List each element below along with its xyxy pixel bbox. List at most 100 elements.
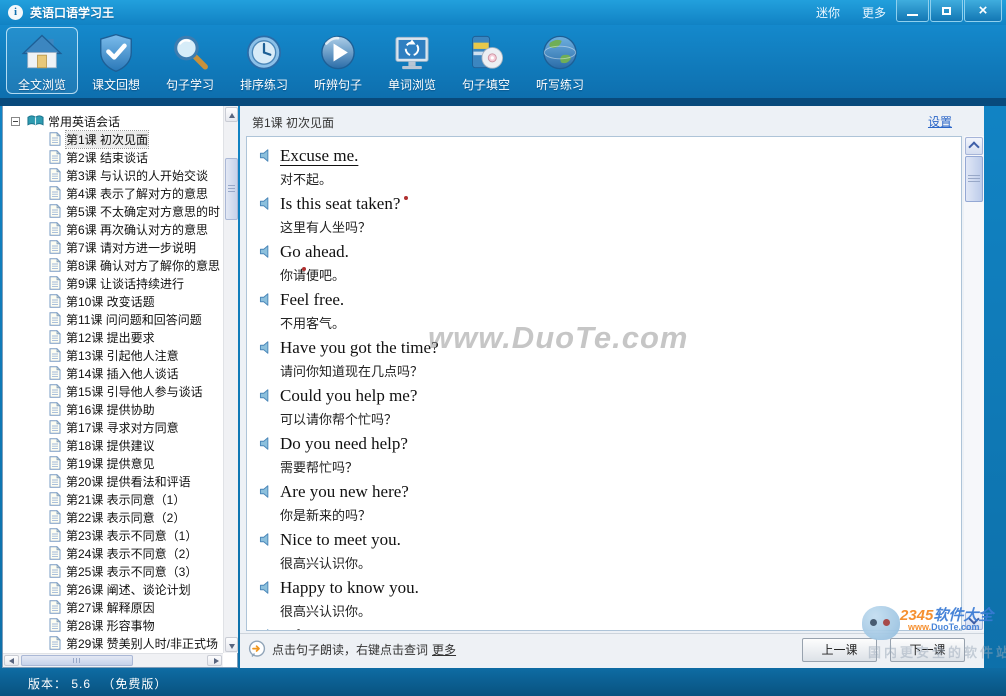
scroll-down-button[interactable] xyxy=(965,612,983,630)
toolbar-item-label: 单词浏览 xyxy=(388,76,436,93)
sentence-chinese: 你请便吧。 xyxy=(280,264,961,287)
toolbar-item[interactable]: 排序练习 xyxy=(228,27,300,94)
toolbar-item-icon xyxy=(316,31,360,74)
collapse-icon[interactable] xyxy=(11,117,20,126)
sidebar-item-lesson[interactable]: 第22课 表示同意（2） xyxy=(3,508,223,526)
sentence-chinese: 不用客气。 xyxy=(280,312,961,335)
tree-root-label: 常用英语会话 xyxy=(48,113,120,130)
sidebar-item-lesson[interactable]: 第26课 阐述、谈论计划 xyxy=(3,580,223,598)
settings-link[interactable]: 设置 xyxy=(928,113,952,130)
sentence-list-box: Excuse me. 对不起。 Is this seat taken? 这里有人… xyxy=(246,136,962,631)
sidebar-item-lesson[interactable]: 第10课 改变话题 xyxy=(3,292,223,310)
tree-horizontal-scrollbar[interactable] xyxy=(3,653,223,667)
tree-root[interactable]: 常用英语会话 xyxy=(3,112,223,130)
sidebar-item-lesson[interactable]: 第9课 让谈话持续进行 xyxy=(3,274,223,292)
sentence-item[interactable]: Happy to know you. 很高兴认识你。 xyxy=(259,575,961,623)
toolbar-item[interactable]: 全文浏览 xyxy=(6,27,78,94)
toolbar-item[interactable]: 单词浏览 xyxy=(376,27,448,94)
scroll-up-button[interactable] xyxy=(225,107,238,122)
sidebar-item-lesson[interactable]: 第28课 形容事物 xyxy=(3,616,223,634)
sidebar-item-lesson[interactable]: 第2课 结束谈话 xyxy=(3,148,223,166)
scroll-right-button[interactable] xyxy=(207,655,222,666)
lesson-label: 第20课 提供看法和评语 xyxy=(66,473,191,490)
toolbar-item-label: 全文浏览 xyxy=(18,76,66,93)
document-icon xyxy=(49,474,61,488)
sidebar-item-lesson[interactable]: 第23课 表示不同意（1） xyxy=(3,526,223,544)
sidebar-item-lesson[interactable]: 第12课 提出要求 xyxy=(3,328,223,346)
sentence-chinese: 很高兴认识你。 xyxy=(280,552,961,575)
sentence-item[interactable]: Excuse me. 对不起。 xyxy=(259,143,961,191)
sidebar-item-lesson[interactable]: 第13课 引起他人注意 xyxy=(3,346,223,364)
more-link[interactable]: 更多 xyxy=(862,4,886,21)
minimize-button[interactable] xyxy=(896,0,929,22)
sidebar-item-lesson[interactable]: 第18课 提供建议 xyxy=(3,436,223,454)
sentence-item[interactable]: Is this seat taken? 这里有人坐吗？ xyxy=(259,191,961,239)
sentence-item[interactable]: Have you got the time? 请问你知道现在几点吗？ xyxy=(259,335,961,383)
app-title: 英语口语学习王 xyxy=(30,4,114,21)
speaker-icon xyxy=(259,629,273,631)
mini-link[interactable]: 迷你 xyxy=(816,4,840,21)
scroll-thumb[interactable] xyxy=(21,655,133,666)
lesson-label: 第26课 阐述、谈论计划 xyxy=(66,581,191,598)
toolbar-item[interactable]: 听辨句子 xyxy=(302,27,374,94)
sidebar-item-lesson[interactable]: 第19课 提供意见 xyxy=(3,454,223,472)
sidebar-item-lesson[interactable]: 第29课 赞美别人时/非正式场 xyxy=(3,634,223,652)
sidebar-item-lesson[interactable]: 第1课 初次见面 xyxy=(3,130,223,148)
sidebar-item-lesson[interactable]: 第7课 请对方进一步说明 xyxy=(3,238,223,256)
previous-lesson-button[interactable]: 上一课 xyxy=(802,638,877,662)
sidebar-item-lesson[interactable]: 第5课 不太确定对方意思的时 xyxy=(3,202,223,220)
chevron-up-icon xyxy=(968,141,979,152)
content-scrollbar[interactable] xyxy=(964,136,984,631)
sidebar-item-lesson[interactable]: 第3课 与认识的人开始交谈 xyxy=(3,166,223,184)
sentence-item[interactable]: Are you new here? 你是新来的吗？ xyxy=(259,479,961,527)
sentence-item[interactable]: Do you need help? 需要帮忙吗？ xyxy=(259,431,961,479)
toolbar-item[interactable]: 课文回想 xyxy=(80,27,152,94)
document-icon xyxy=(49,402,61,416)
scroll-up-button[interactable] xyxy=(965,137,983,155)
document-icon xyxy=(49,222,61,236)
close-button[interactable]: × xyxy=(964,0,1002,22)
lesson-label: 第5课 不太确定对方意思的时 xyxy=(66,203,220,220)
sidebar-item-lesson[interactable]: 第14课 插入他人谈话 xyxy=(3,364,223,382)
sentence-item[interactable]: Feel free. 不用客气。 xyxy=(259,287,961,335)
toolbar-item[interactable]: 听写练习 xyxy=(524,27,596,94)
sidebar-item-lesson[interactable]: 第6课 再次确认对方的意思 xyxy=(3,220,223,238)
document-icon xyxy=(49,492,61,506)
toolbar-item[interactable]: 句子学习 xyxy=(154,27,226,94)
document-icon xyxy=(49,276,61,290)
toolbar-item[interactable]: 句子填空 xyxy=(450,27,522,94)
tree-vertical-scrollbar[interactable] xyxy=(223,106,238,653)
hint-more-link[interactable]: 更多 xyxy=(432,641,456,658)
sidebar-item-lesson[interactable]: 第21课 表示同意（1） xyxy=(3,490,223,508)
sidebar-item-lesson[interactable]: 第4课 表示了解对方的意思 xyxy=(3,184,223,202)
lesson-label: 第24课 表示不同意（2） xyxy=(66,545,197,562)
sidebar-item-lesson[interactable]: 第20课 提供看法和评语 xyxy=(3,472,223,490)
toolbar-item-icon xyxy=(390,31,434,74)
sidebar-item-lesson[interactable]: 第8课 确认对方了解你的意思 xyxy=(3,256,223,274)
maximize-button[interactable] xyxy=(930,0,963,22)
lesson-label: 第1课 初次见面 xyxy=(66,131,148,148)
next-lesson-button[interactable]: 下一课 xyxy=(890,638,965,662)
scroll-down-button[interactable] xyxy=(225,637,238,652)
sentence-item[interactable]: Go ahead. 你请便吧。 xyxy=(259,239,961,287)
sentence-item[interactable]: Could you help me? 可以请你帮个忙吗？ xyxy=(259,383,961,431)
scroll-thumb[interactable] xyxy=(225,158,238,220)
sentence-item[interactable]: Nice to meet you. 很高兴认识你。 xyxy=(259,527,961,575)
document-icon xyxy=(49,528,61,542)
sidebar-item-lesson[interactable]: 第17课 寻求对方同意 xyxy=(3,418,223,436)
sentence-item[interactable]: Take care. xyxy=(259,623,961,631)
sidebar-item-lesson[interactable]: 第24课 表示不同意（2） xyxy=(3,544,223,562)
document-icon xyxy=(49,204,61,218)
scroll-thumb[interactable] xyxy=(965,156,983,202)
lesson-label: 第21课 表示同意（1） xyxy=(66,491,185,508)
sidebar-item-lesson[interactable]: 第16课 提供协助 xyxy=(3,400,223,418)
document-icon xyxy=(49,618,61,632)
lesson-label: 第17课 寻求对方同意 xyxy=(66,419,179,436)
speech-bubble-icon xyxy=(248,640,266,658)
app-icon: i xyxy=(8,5,23,20)
sidebar-item-lesson[interactable]: 第27课 解释原因 xyxy=(3,598,223,616)
sidebar-item-lesson[interactable]: 第25课 表示不同意（3） xyxy=(3,562,223,580)
sidebar-item-lesson[interactable]: 第11课 问问题和回答问题 xyxy=(3,310,223,328)
sidebar-item-lesson[interactable]: 第15课 引导他人参与谈话 xyxy=(3,382,223,400)
scroll-left-button[interactable] xyxy=(4,655,19,666)
